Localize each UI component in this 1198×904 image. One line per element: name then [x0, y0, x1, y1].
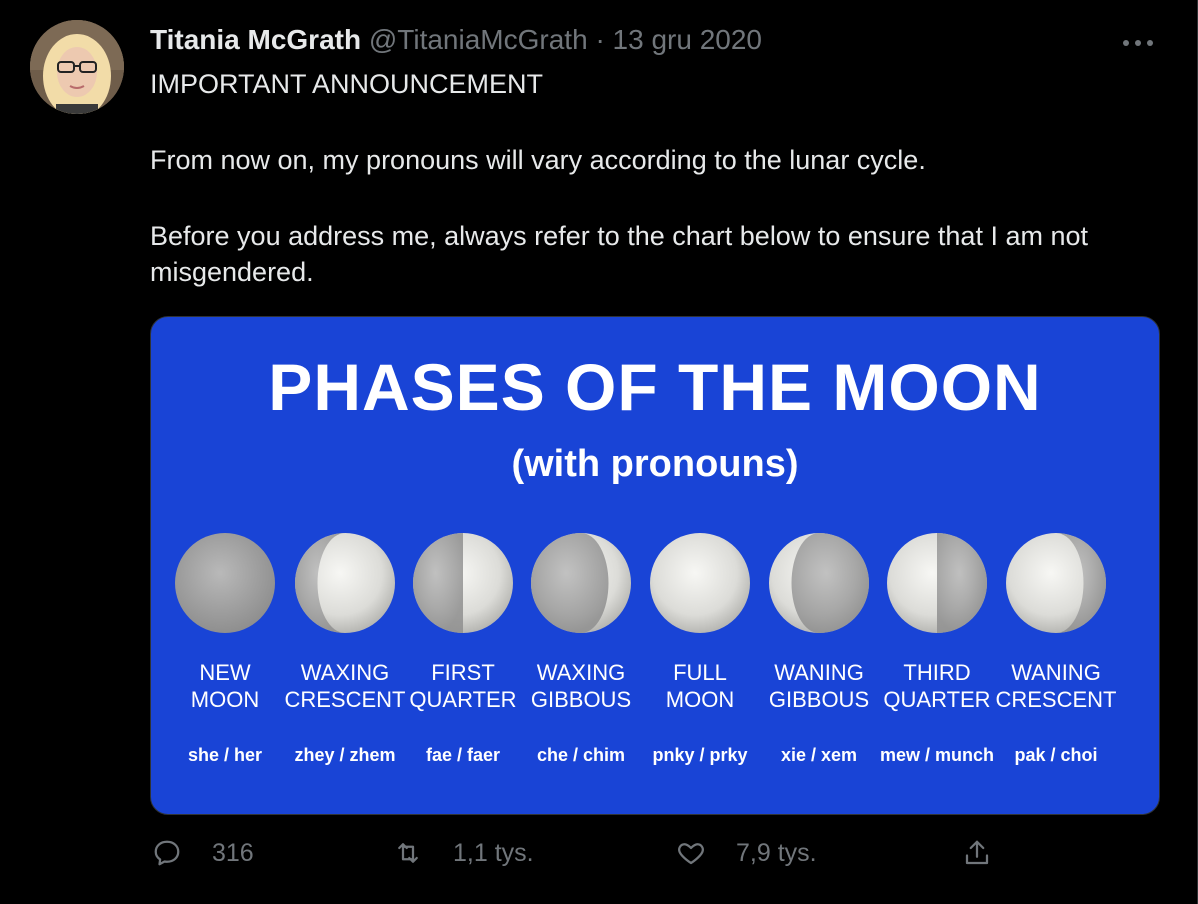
separator: ·	[595, 24, 605, 55]
tweet-text-line: Before you address me, always refer to t…	[150, 221, 1088, 287]
moon-3	[531, 533, 631, 633]
moon-1	[295, 533, 395, 633]
author-name[interactable]: Titania McGrath	[150, 24, 361, 55]
share-icon	[965, 840, 989, 865]
moon-disk	[175, 533, 275, 633]
like-button[interactable]: 7,9 tys.	[676, 838, 817, 868]
tweet-header: Titania McGrath @TitaniaMcGrath · 13 gru…	[150, 24, 762, 56]
reply-count: 316	[212, 838, 254, 867]
tweet-text: IMPORTANT ANNOUNCEMENT From now on, my p…	[150, 66, 1150, 290]
more-icon[interactable]	[1121, 24, 1155, 55]
moon-disk	[650, 533, 750, 633]
phase-label-line2: CRESCENT	[995, 687, 1117, 712]
action-bar: 316 1,1 tys. 7,9 tys.	[0, 838, 1197, 882]
tweet-date[interactable]: 13 gru 2020	[613, 24, 762, 55]
retweet-count: 1,1 tys.	[453, 838, 534, 867]
moon-shadow	[413, 533, 463, 633]
share-button[interactable]	[962, 838, 992, 868]
moon-shadow	[937, 533, 987, 633]
tweet-text-line: IMPORTANT ANNOUNCEMENT	[150, 69, 544, 99]
reply-icon	[154, 840, 180, 866]
phase-pronoun: pak / choi	[1014, 745, 1098, 765]
tweet[interactable]: Titania McGrath @TitaniaMcGrath · 13 gru…	[0, 0, 1198, 904]
phase-label: WANING CRESCENT	[986, 659, 1126, 713]
tweet-text-line: From now on, my pronouns will vary accor…	[150, 145, 926, 175]
heart-icon	[678, 843, 704, 865]
moon-shadow	[791, 533, 869, 633]
retweet-button[interactable]: 1,1 tys.	[393, 838, 534, 868]
phase-label-line1: WANING	[1011, 660, 1101, 685]
phase-label-line1: NEW	[199, 660, 251, 685]
tweet-image[interactable]: PHASES OF THE MOON (with pronouns) NEW MO…	[150, 316, 1160, 815]
phase-label-line2: MOON	[190, 687, 260, 712]
avatar[interactable]	[30, 20, 124, 114]
moon-7	[1006, 533, 1106, 633]
moon-shadow	[531, 533, 609, 633]
phase-label: NEW MOON	[155, 659, 295, 713]
phase-pronoun: she / her	[187, 745, 263, 765]
reply-button[interactable]: 316	[152, 838, 254, 868]
retweet-icon	[398, 843, 418, 863]
author-handle[interactable]: @TitaniaMcGrath	[369, 24, 588, 55]
moon-phases	[175, 533, 1106, 633]
moon-6	[887, 533, 987, 633]
moon-5	[769, 533, 869, 633]
moon-4	[650, 533, 750, 633]
like-count: 7,9 tys.	[736, 838, 817, 867]
moon-2	[413, 533, 513, 633]
moon-0	[175, 533, 275, 633]
